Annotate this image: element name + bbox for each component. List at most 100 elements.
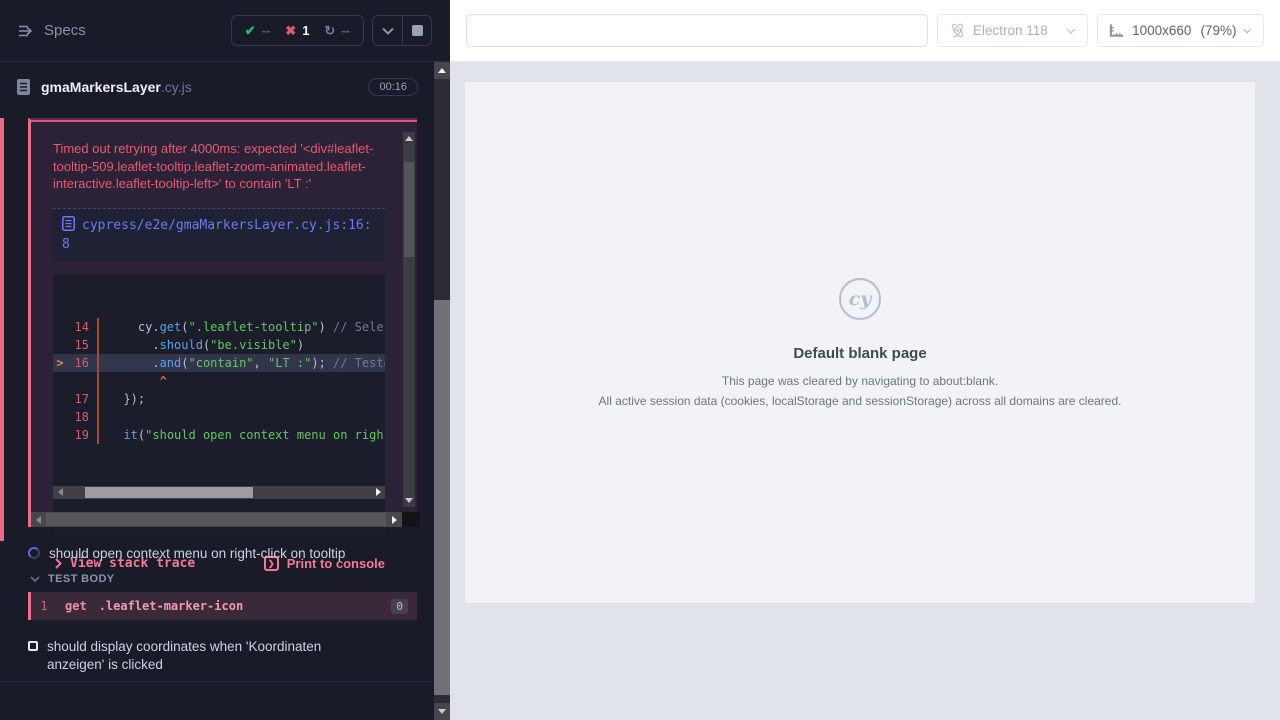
triangle-up-icon xyxy=(405,136,413,141)
test-title: should display coordinates when 'Koordin… xyxy=(47,638,380,674)
spec-timer: 00:16 xyxy=(368,78,418,96)
code-lines: 14 cy.get(".leaflet-tooltip") // Selek15… xyxy=(53,318,385,444)
stat-pending: ↻ -- xyxy=(324,23,350,39)
scroll-up-button[interactable] xyxy=(434,62,450,79)
test-title: should open context menu on right-click … xyxy=(49,545,345,563)
code-line: >16 .and("contain", "LT :"); // Teste xyxy=(53,354,385,372)
triangle-left-icon xyxy=(58,488,63,496)
app-header: Electron 118 1000x660 (79%) xyxy=(450,0,1280,62)
spec-name: gmaMarkersLayer.cy.js xyxy=(41,79,192,95)
url-input[interactable] xyxy=(466,14,928,47)
chevron-down-icon xyxy=(1066,28,1076,34)
chevron-down-icon xyxy=(382,27,394,35)
test-item-running[interactable]: should open context menu on right-click … xyxy=(28,545,408,563)
command-log-row[interactable]: 1 get .leaflet-marker-icon 0 xyxy=(28,592,417,620)
failed-attempt-strip xyxy=(0,118,4,541)
viewport-size: 1000x660 xyxy=(1132,23,1191,38)
test-error-block: Timed out retrying after 4000ms: expecte… xyxy=(28,118,417,527)
triangle-down-icon xyxy=(438,709,446,714)
run-controls xyxy=(372,15,432,46)
specs-label: Specs xyxy=(44,22,86,39)
reporter-panel: Specs ✔ -- ✖ 1 ↻ -- xyxy=(0,0,450,720)
command-count-badge: 0 xyxy=(391,599,408,614)
scroll-left-button[interactable] xyxy=(53,486,67,499)
code-file-icon xyxy=(62,216,75,231)
scrollbar-thumb[interactable] xyxy=(46,513,386,526)
scroll-right-button[interactable] xyxy=(371,486,385,499)
command-message: .leaflet-marker-icon xyxy=(99,599,244,613)
browser-label: Electron 118 xyxy=(973,23,1048,38)
code-line: ^ xyxy=(53,372,385,390)
app-stage: cy Default blank page This page was clea… xyxy=(450,62,1280,720)
scroll-right-button[interactable] xyxy=(387,512,402,527)
code-horizontal-scrollbar[interactable] xyxy=(53,486,385,499)
test-stats: ✔ -- ✖ 1 ↻ -- xyxy=(231,15,364,46)
pending-count: -- xyxy=(341,23,350,38)
scroll-down-button[interactable] xyxy=(434,703,450,720)
test-body-section-toggle[interactable]: TEST BODY xyxy=(30,573,115,585)
list-divider xyxy=(0,681,434,682)
chevron-down-icon xyxy=(30,576,40,582)
running-spinner-icon xyxy=(28,547,40,559)
command-number: 1 xyxy=(31,599,57,613)
app-under-test-panel: Electron 118 1000x660 (79%) cy Default b… xyxy=(450,0,1280,720)
specs-list-icon xyxy=(18,24,35,38)
chevron-down-icon xyxy=(1243,28,1252,34)
stat-failed: ✖ 1 xyxy=(285,23,309,39)
passed-check-icon: ✔ xyxy=(245,23,256,39)
scroll-up-button[interactable] xyxy=(403,132,415,145)
code-frame-path: cypress/e2e/gmaMarkersLayer.cy.js:16:8 xyxy=(62,218,372,252)
test-item-pending[interactable]: should display coordinates when 'Koordin… xyxy=(28,638,380,674)
cypress-logo: cy xyxy=(839,278,881,320)
blank-page-line1: This page was cleared by navigating to a… xyxy=(722,374,998,388)
command-name: get xyxy=(65,599,87,613)
browser-select[interactable]: Electron 118 xyxy=(937,14,1088,47)
spec-name-ext: .cy.js xyxy=(161,79,192,95)
spec-name-base: gmaMarkersLayer xyxy=(41,79,161,95)
scrollbar-thumb[interactable] xyxy=(434,300,450,695)
scrollbar-corner xyxy=(402,512,420,527)
triangle-left-icon xyxy=(36,516,41,524)
error-vertical-scrollbar[interactable] xyxy=(403,132,415,507)
viewport-size-button[interactable]: 1000x660 (79%) xyxy=(1097,14,1264,47)
passed-count: -- xyxy=(262,23,271,38)
scroll-left-button[interactable] xyxy=(31,512,46,527)
reporter-header: Specs ✔ -- ✖ 1 ↻ -- xyxy=(0,0,450,62)
stop-icon xyxy=(412,25,423,36)
code-line: 15 .should("be.visible") xyxy=(53,336,385,354)
stop-run-button[interactable] xyxy=(402,16,431,45)
code-line: 18 xyxy=(53,408,385,426)
pending-box-icon xyxy=(28,641,38,651)
scrollbar-thumb[interactable] xyxy=(404,162,414,257)
error-message: Timed out retrying after 4000ms: expecte… xyxy=(53,140,375,193)
pending-circle-icon: ↻ xyxy=(324,23,335,39)
failed-count: 1 xyxy=(302,23,309,38)
error-content: Timed out retrying after 4000ms: expecte… xyxy=(31,120,417,571)
viewport-zoom: (79%) xyxy=(1200,23,1236,38)
stat-passed: ✔ -- xyxy=(245,23,271,39)
triangle-up-icon xyxy=(438,68,446,73)
code-line: 17 }); xyxy=(53,390,385,408)
application-iframe: cy Default blank page This page was clea… xyxy=(465,82,1255,603)
code-line: 14 cy.get(".leaflet-tooltip") // Selek xyxy=(53,318,385,336)
spec-row[interactable]: gmaMarkersLayer.cy.js 00:16 xyxy=(0,62,434,112)
code-frame-link[interactable]: cypress/e2e/gmaMarkersLayer.cy.js:16:8 xyxy=(53,208,385,261)
blank-page-line2: All active session data (cookies, localS… xyxy=(599,394,1122,408)
triangle-right-icon xyxy=(376,488,381,496)
specs-button[interactable]: Specs xyxy=(18,22,86,39)
blank-page-title: Default blank page xyxy=(793,345,926,362)
failed-x-icon: ✖ xyxy=(285,23,296,39)
test-body-label: TEST BODY xyxy=(48,573,115,585)
reporter-scrollbar[interactable] xyxy=(434,62,450,720)
collapse-all-button[interactable] xyxy=(373,16,402,45)
error-horizontal-scrollbar[interactable] xyxy=(31,512,420,527)
triangle-down-icon xyxy=(405,498,413,503)
ruler-icon xyxy=(1109,23,1125,38)
code-line: 19 it("should open context menu on righ xyxy=(53,426,385,444)
triangle-right-icon xyxy=(392,516,397,524)
spec-file-icon xyxy=(16,78,31,96)
scrollbar-thumb[interactable] xyxy=(85,487,253,498)
scroll-down-button[interactable] xyxy=(403,494,415,507)
error-code-snippet: 14 cy.get(".leaflet-tooltip") // Selek15… xyxy=(53,274,385,535)
electron-icon xyxy=(949,22,966,39)
